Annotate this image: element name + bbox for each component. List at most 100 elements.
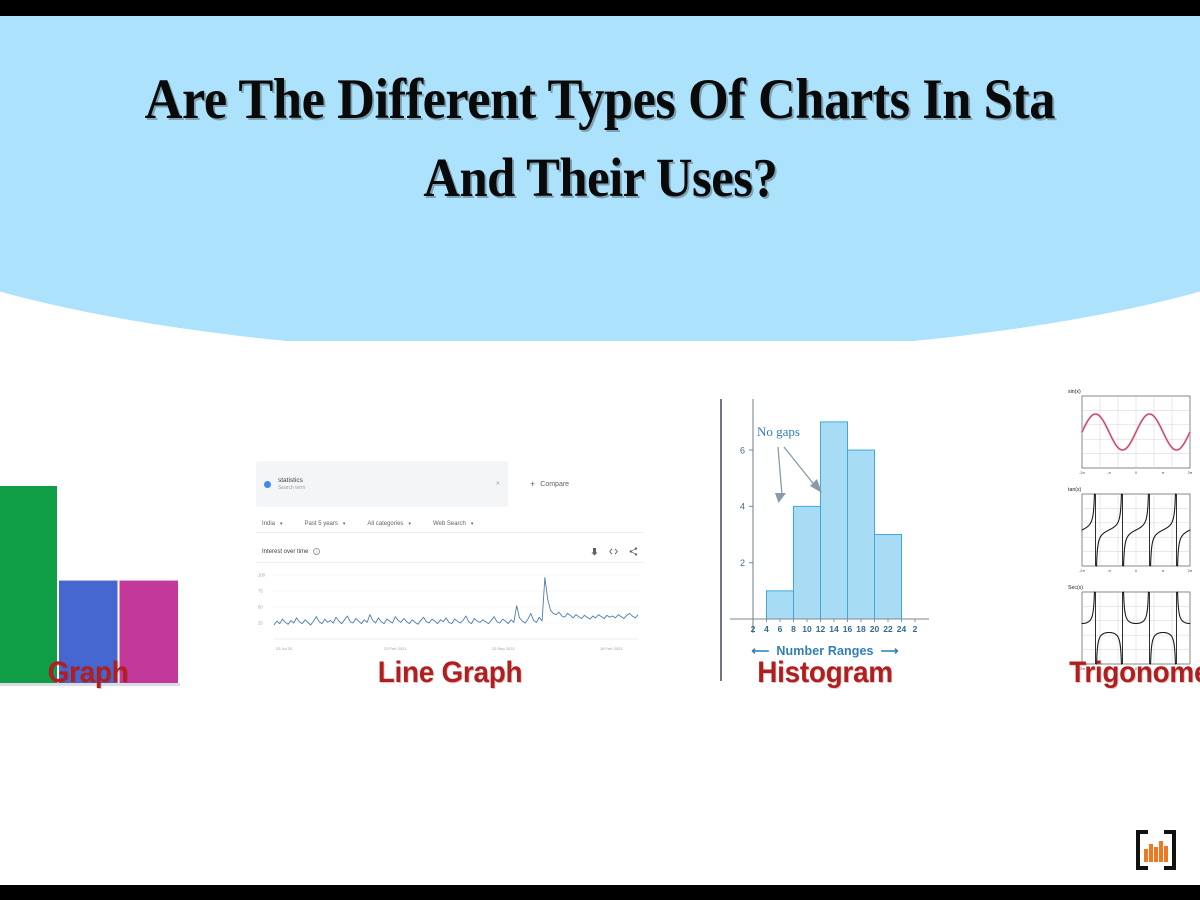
trig-x-tick: -2π <box>1079 569 1085 573</box>
histogram-y-tick: 6 <box>740 445 745 455</box>
trig-x-tick: π <box>1162 471 1165 475</box>
histogram-x-tick: 4 <box>764 624 769 634</box>
filter-search-type[interactable]: Web Search ▾ <box>433 521 473 527</box>
histogram-bar <box>874 534 902 620</box>
histogram-x-tick: 2 <box>913 624 918 634</box>
google-trends-card: statistics Search term × + Compare India… <box>248 453 652 665</box>
annotation-arrow-line <box>777 446 783 496</box>
bar-graph-bar <box>0 486 57 683</box>
close-icon[interactable]: × <box>496 481 500 488</box>
trigonometry-svg: sin(x)-2π -π 0 π 2πtan(x)-2π -π 0 π 2πSec(x)-2π -… <box>1068 389 1193 671</box>
histogram-x-tick: 12 <box>816 624 826 634</box>
series-color-dot <box>264 480 271 488</box>
trig-panel-label: tan(x) <box>1068 487 1082 493</box>
compare-label: Compare <box>540 480 570 488</box>
info-icon[interactable]: i <box>313 548 321 555</box>
filter-category-label: All categories <box>367 520 404 527</box>
search-term-subtitle: Search term <box>278 484 306 491</box>
trends-search-row: statistics Search term × + Compare <box>256 461 644 507</box>
filter-timerange-label: Past 5 years <box>304 520 338 527</box>
trends-line-path <box>273 577 639 626</box>
caption-bar-graph: Graph <box>47 656 129 689</box>
chevron-down-icon: ▾ <box>470 520 474 527</box>
trig-panel-label: sin(x) <box>1068 389 1081 395</box>
histogram-x-tick: 18 <box>856 624 866 634</box>
charts-row: Graph statistics Search term × + Compare… <box>0 341 1200 885</box>
annotation-arrow-head <box>775 493 786 503</box>
histogram-annotation: No gaps <box>757 424 800 439</box>
share-icon[interactable] <box>629 547 638 556</box>
trends-x-tick: 23 Jul 20 <box>276 646 293 651</box>
caption-line-graph: Line Graph <box>377 656 523 689</box>
search-term-text: statistics <box>278 476 303 484</box>
histogram-x-tick: 24 <box>897 624 907 634</box>
filter-region-label: India <box>262 520 276 527</box>
compare-button[interactable]: + Compare <box>508 461 644 507</box>
caption-trigonometry: Trigonome <box>1069 656 1200 689</box>
chart-cell-line-graph: statistics Search term × + Compare India… <box>240 341 660 885</box>
annotation-arrow-line <box>783 446 817 488</box>
filter-search-type-label: Web Search <box>432 520 466 527</box>
page-title: Are The Different Types Of Charts In Sta… <box>0 16 1200 261</box>
embed-code-icon[interactable] <box>609 548 618 555</box>
chart-cell-trigonometry: sin(x) -2π -π 0 π 2π tan(x) -2π -π 0 π 2π Sec(x) -2π -… <box>1060 341 1200 885</box>
title-line-1: Are The Different Types Of Charts In Sta <box>144 67 1056 131</box>
filter-timerange[interactable]: Past 5 years ▾ <box>305 521 346 527</box>
trig-panel-label: Sec(x) <box>1068 585 1083 591</box>
trends-y-tick: 50 <box>258 605 263 610</box>
site-logo <box>1133 827 1179 873</box>
interest-over-time-header: Interest over time i <box>256 541 644 563</box>
trig-x-tick: 2π <box>1188 569 1193 573</box>
histogram-bar <box>820 421 848 620</box>
histogram-x-tick: 14 <box>829 624 839 634</box>
filter-region[interactable]: India ▾ <box>262 521 283 527</box>
search-term-chip[interactable]: statistics Search term × <box>256 461 508 507</box>
histogram-bar <box>847 449 875 620</box>
title-line-2: And Their Uses? <box>423 146 777 208</box>
histogram-x-tick: 8 <box>791 624 796 634</box>
caption-histogram: Histogram <box>757 656 893 689</box>
trends-y-tick: 100 <box>258 573 266 578</box>
histogram-x-tick: 10 <box>802 624 812 634</box>
trig-x-tick: -2π <box>1079 471 1085 475</box>
trends-y-tick: 75 <box>258 589 263 594</box>
filter-category[interactable]: All categories ▾ <box>367 521 411 527</box>
trig-x-tick: -π <box>1107 569 1111 573</box>
trends-filter-bar: India ▾ Past 5 years ▾ All categories ▾ … <box>256 515 644 533</box>
histogram-y-tick: 4 <box>740 502 745 512</box>
trig-x-tick: -π <box>1107 471 1111 475</box>
chevron-down-icon: ▾ <box>408 520 411 527</box>
histogram-left-rule <box>720 399 722 681</box>
poster-root: Are The Different Types Of Charts In Sta… <box>0 0 1200 900</box>
histogram-x-tick: 6 <box>778 624 783 634</box>
histogram-bar <box>793 505 821 620</box>
trig-x-tick: 0 <box>1135 471 1137 475</box>
logo-icon <box>1136 830 1176 870</box>
download-icon[interactable] <box>591 547 598 556</box>
histogram-svg: 246 2 4 6 8 10 12 14 16 18 20 22 24 2 <box>730 399 929 634</box>
chart-cell-bar-graph: Graph <box>0 341 238 885</box>
trends-line-svg: 100 75 50 25 23 Jul 20 23 Feb 2021 25 Sep 202… <box>258 573 639 651</box>
trig-x-tick: 2π <box>1188 471 1193 475</box>
histogram-x-tick: 22 <box>883 624 893 634</box>
chevron-down-icon: ▾ <box>342 520 346 527</box>
histogram-x-tick: 20 <box>870 624 880 634</box>
histogram-x-tick: 2 <box>751 624 756 634</box>
plus-icon: + <box>530 479 536 489</box>
trig-x-tick: 0 <box>1135 569 1137 573</box>
histogram-figure: 246 2 4 6 8 10 12 14 16 18 20 22 24 2 No gaps ⟵ Numbe… <box>700 391 950 681</box>
letterbox-top <box>0 0 1200 16</box>
trends-actions <box>591 547 638 556</box>
trends-y-tick: 25 <box>258 621 263 626</box>
trends-x-tick: 23 Feb 2021 <box>384 646 407 651</box>
histogram-x-tick: 16 <box>843 624 853 634</box>
trends-x-tick: 25 Sep 2022 <box>492 646 515 651</box>
trigonometry-figure: sin(x) -2π -π 0 π 2π tan(x) -2π -π 0 π 2π Sec(x) -2π -… <box>1060 386 1200 681</box>
chevron-down-icon: ▾ <box>280 520 283 527</box>
trig-x-tick: π <box>1162 569 1165 573</box>
histogram-y-tick: 2 <box>740 558 745 568</box>
trends-x-tick: 18 Feb 2023 <box>600 646 623 651</box>
chart-cell-histogram: 246 2 4 6 8 10 12 14 16 18 20 22 24 2 No gaps ⟵ Numbe… <box>700 341 950 885</box>
histogram-bar <box>766 590 794 620</box>
interest-over-time-label: Interest over time <box>262 548 309 555</box>
